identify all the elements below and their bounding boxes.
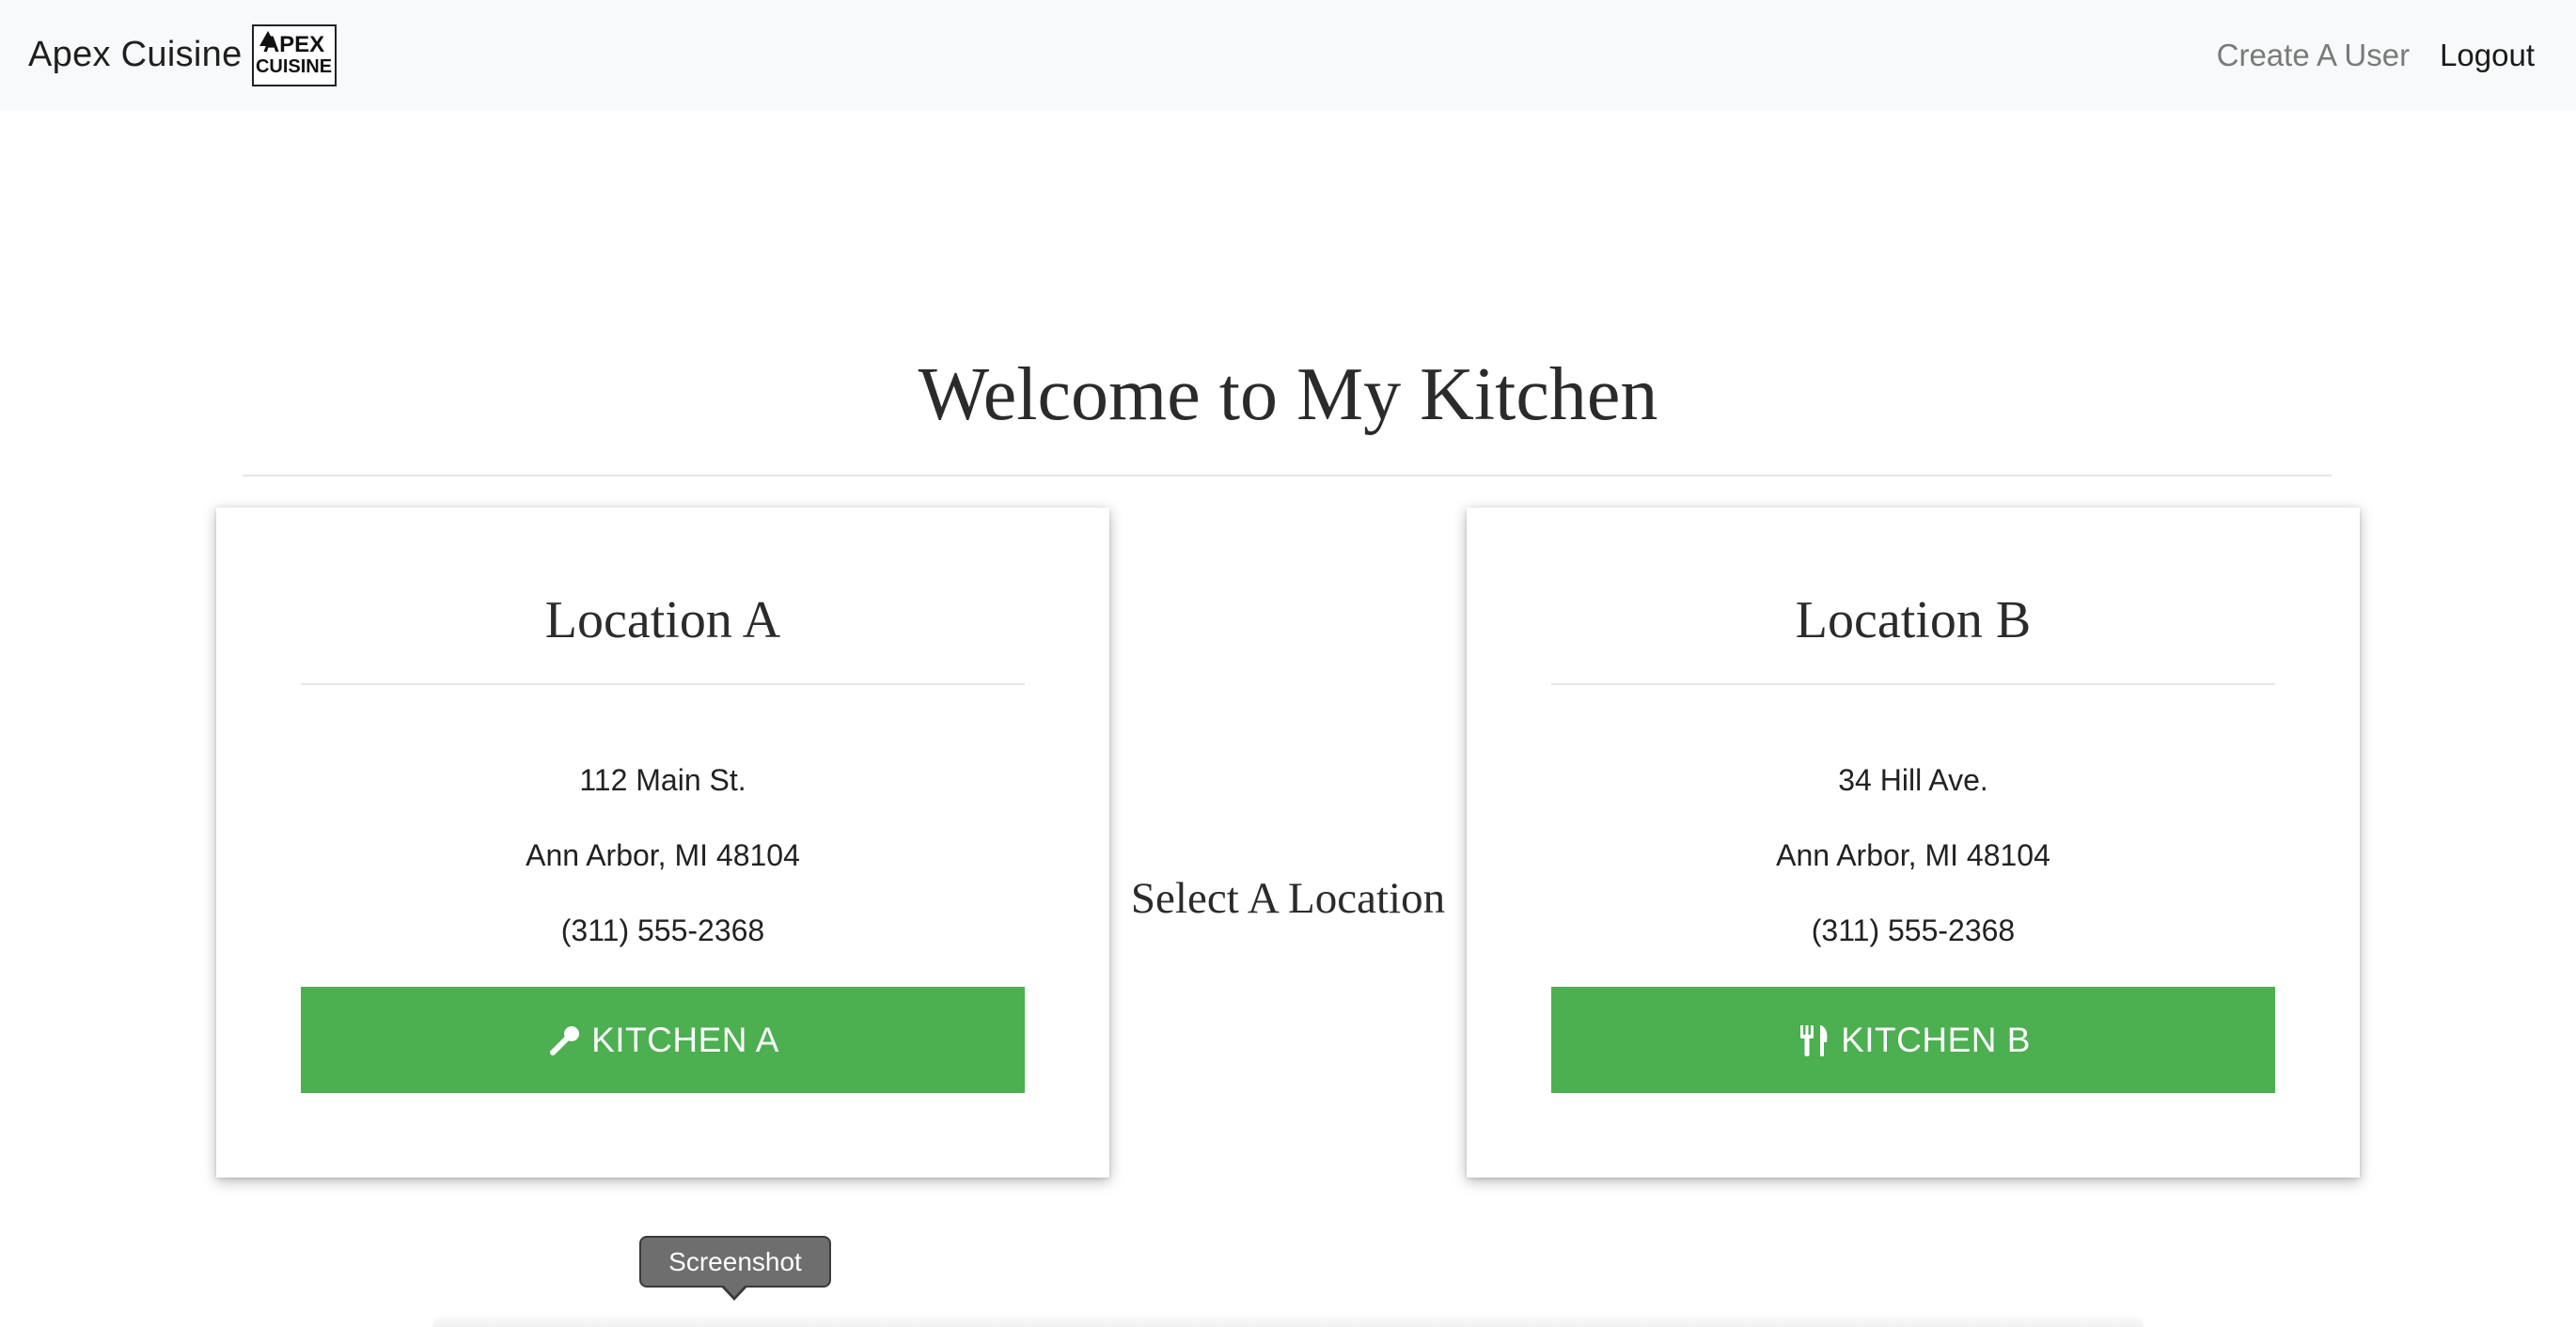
nav-links: Create A User Logout [2187,38,2535,73]
logo-text-line2: CUISINE [255,56,333,77]
logout-link[interactable]: Logout [2440,38,2535,73]
screenshot-tooltip: Screenshot [639,1236,831,1288]
brand-logo: APEX CUISINE [251,23,337,86]
brand-name: Apex Cuisine [28,35,243,74]
address-line2: Ann Arbor, MI 48104 [1776,838,2050,872]
title-divider [243,475,2332,476]
location-card-a: Location A 112 Main St. Ann Arbor, MI 48… [216,507,1109,1178]
address-line1: 34 Hill Ave. [1838,763,1988,797]
navbar: Apex Cuisine APEX CUISINE Create A User … [0,0,2576,110]
kitchen-a-label: KITCHEN A [591,1020,779,1059]
card-divider [301,683,1025,685]
utensils-icon [1796,1022,1833,1059]
spoon-icon [546,1022,584,1059]
kitchen-b-button[interactable]: KITCHEN B [1551,987,2275,1093]
address-line2: Ann Arbor, MI 48104 [526,838,800,872]
kitchen-b-label: KITCHEN B [1841,1020,2031,1059]
address-line1: 112 Main St. [579,763,746,797]
location-card-b: Location B 34 Hill Ave. Ann Arbor, MI 48… [1467,507,2360,1178]
phone-number: (311) 555-2368 [560,913,765,947]
create-user-link[interactable]: Create A User [2217,38,2410,73]
logo-triangle-icon [259,30,276,46]
kitchen-a-button[interactable]: KITCHEN A [301,987,1025,1093]
page-title: Welcome to My Kitchen [918,353,1658,436]
brand-link[interactable]: Apex Cuisine APEX CUISINE [28,23,337,86]
phone-number: (311) 555-2368 [1811,913,2016,947]
location-title: Location B [1795,591,2032,649]
select-location-text: Select A Location [1130,874,1446,923]
location-title: Location A [544,591,781,649]
tooltip-arrow-inner [723,1285,746,1297]
card-divider [1551,683,2275,685]
bottom-panel-edge [432,1314,2144,1327]
